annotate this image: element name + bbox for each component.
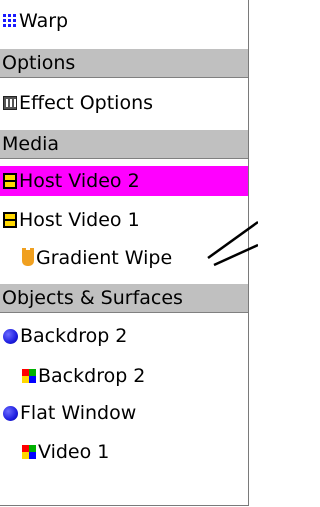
film-strip-icon	[3, 212, 17, 228]
sphere-icon	[3, 405, 18, 421]
tree-item-label: Flat Window	[20, 402, 137, 424]
tree-item-label: Host Video 2	[19, 170, 140, 192]
surface-icon	[22, 369, 36, 383]
tree-item-video-1[interactable]: Video 1	[0, 437, 248, 467]
tree-item-warp[interactable]: Warp	[0, 6, 248, 36]
tree-item-label: Backdrop 2	[38, 365, 146, 387]
effect-options-icon	[3, 96, 17, 110]
tree-item-gradient-wipe[interactable]: Gradient Wipe	[0, 243, 248, 273]
film-strip-icon	[3, 173, 17, 189]
tree-item-label: Warp	[19, 10, 69, 32]
section-header-objects-surfaces[interactable]: Objects & Surfaces	[0, 283, 248, 313]
tree-item-host-video-1[interactable]: Host Video 1	[0, 205, 248, 235]
tree-item-label: Host Video 1	[19, 209, 140, 231]
tree-item-flat-window[interactable]: Flat Window	[0, 398, 248, 428]
section-header-media[interactable]: Media	[0, 129, 248, 159]
tree-item-backdrop-2-surface[interactable]: Backdrop 2	[0, 361, 248, 391]
section-header-label: Objects & Surfaces	[2, 287, 183, 309]
composition-tree-panel: Warp Options Effect Options Media Host V…	[0, 0, 249, 506]
tree-item-label: Video 1	[38, 441, 110, 463]
tree-item-label: Backdrop 2	[20, 325, 128, 347]
gradient-wipe-icon	[22, 248, 34, 266]
sphere-icon	[3, 328, 18, 344]
tree-item-label: Effect Options	[19, 92, 154, 114]
section-header-label: Options	[2, 52, 76, 74]
tree-item-host-video-2[interactable]: Host Video 2	[0, 166, 248, 196]
surface-icon	[22, 445, 36, 459]
grid-icon	[3, 14, 17, 28]
tree-item-label: Gradient Wipe	[36, 247, 173, 269]
section-header-options[interactable]: Options	[0, 48, 248, 78]
tree-item-effect-options[interactable]: Effect Options	[0, 88, 248, 118]
tree-item-backdrop-2-object[interactable]: Backdrop 2	[0, 321, 248, 351]
section-header-label: Media	[2, 133, 60, 155]
